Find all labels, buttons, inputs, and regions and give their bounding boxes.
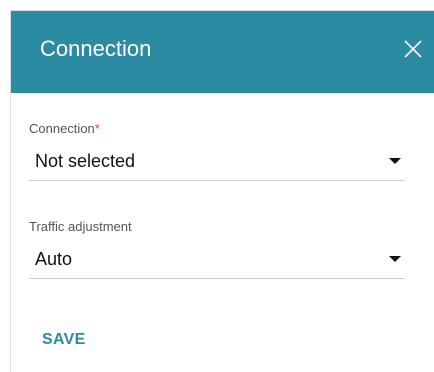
dropdown-caret-icon [389,256,401,262]
traffic-adjustment-select[interactable]: Auto [29,244,405,279]
traffic-adjustment-field: Traffic adjustment Auto [29,219,405,279]
connection-label: Connection* [29,121,405,137]
close-icon [404,40,422,58]
required-mark: * [94,121,100,136]
close-button[interactable] [400,36,426,62]
traffic-adjustment-label: Traffic adjustment [29,219,132,234]
connection-select[interactable]: Not selected [29,146,405,181]
dialog-header: Connection [11,11,434,93]
connection-label-text: Connection [29,121,95,136]
save-button[interactable]: SAVE [42,331,86,349]
connection-field: Connection* Not selected [29,121,405,181]
dropdown-caret-icon [389,158,401,164]
traffic-adjustment-value: Auto [35,249,73,269]
page: Connection Connection* Not selected Traf… [0,0,434,372]
connection-dialog: Connection [10,10,434,372]
dialog-title: Connection [40,36,152,61]
connection-select-value: Not selected [35,151,136,171]
